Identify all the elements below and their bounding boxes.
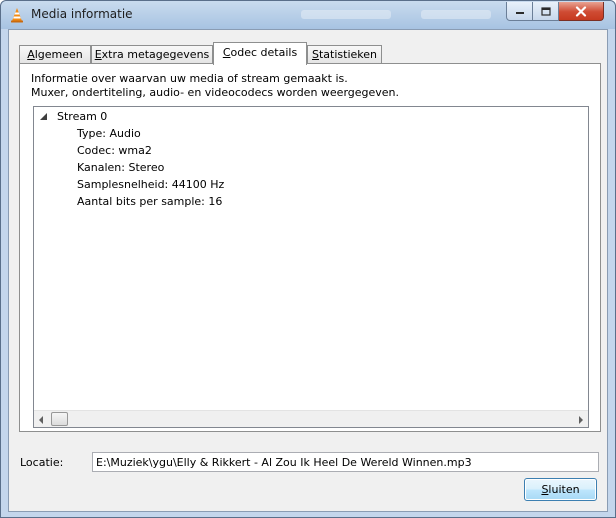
tree-item[interactable]: Kanalen: Stereo [77, 159, 164, 176]
tab-label: odec details [230, 46, 298, 59]
tree-item-stream[interactable]: Stream 0 [34, 108, 588, 125]
tree-item[interactable]: Samplesnelheid: 44100 Hz [77, 176, 224, 193]
tab-label: lgemeen [34, 48, 83, 61]
close-icon [575, 5, 587, 17]
location-label: Locatie: [20, 456, 64, 469]
location-field[interactable] [92, 452, 599, 472]
tree-item-label: Stream 0 [57, 110, 108, 123]
title-blur [301, 10, 391, 19]
codec-details-panel: Informatie over waarvan uw media of stre… [19, 63, 601, 432]
minimize-icon [515, 12, 524, 14]
close-window-button[interactable] [559, 2, 604, 21]
maximize-icon [540, 6, 551, 16]
scroll-left-icon[interactable] [39, 416, 43, 424]
tab-accel: S [312, 48, 319, 61]
codec-tree[interactable]: Stream 0 Type: Audio Codec: wma2 Kanalen… [33, 106, 589, 428]
expanded-triangle-icon[interactable] [40, 113, 47, 120]
close-button[interactable]: Sluiten [524, 478, 597, 501]
tree-item[interactable]: Aantal bits per sample: 16 [77, 193, 222, 210]
scroll-right-icon[interactable] [579, 416, 583, 424]
tab-accel: A [27, 48, 35, 61]
tab-extra-metagegevens[interactable]: Extra metagegevens [91, 45, 213, 64]
button-label: luiten [548, 483, 580, 496]
window-title: Media informatie [31, 7, 133, 21]
media-info-window: Media informatie Algemeen Extra metagege… [0, 0, 616, 518]
tab-accel: C [222, 46, 231, 59]
maximize-button[interactable] [533, 2, 559, 21]
minimize-button[interactable] [506, 2, 533, 21]
description-line: Informatie over waarvan uw media of stre… [31, 72, 348, 85]
tree-item[interactable]: Codec: wma2 [77, 142, 152, 159]
dialog-body: Algemeen Extra metagegevens Codec detail… [8, 29, 608, 512]
tree-item[interactable]: Type: Audio [77, 125, 141, 142]
tab-accel: E [94, 48, 102, 61]
tab-label: tatistieken [318, 48, 377, 61]
tab-algemeen[interactable]: Algemeen [19, 45, 91, 64]
horizontal-scrollbar[interactable] [34, 410, 588, 427]
vlc-cone-icon [11, 8, 23, 23]
description-line: Muxer, ondertiteling, audio- en videocod… [31, 86, 400, 99]
title-blur [421, 10, 491, 19]
tab-label: xtra metagegevens [101, 48, 210, 61]
title-bar[interactable]: Media informatie [1, 1, 615, 29]
scrollbar-thumb[interactable] [51, 412, 68, 426]
tab-codec-details[interactable]: Codec details [213, 42, 307, 65]
tab-statistieken[interactable]: Statistieken [307, 45, 382, 64]
panel-description: Informatie over waarvan uw media of stre… [31, 72, 399, 100]
